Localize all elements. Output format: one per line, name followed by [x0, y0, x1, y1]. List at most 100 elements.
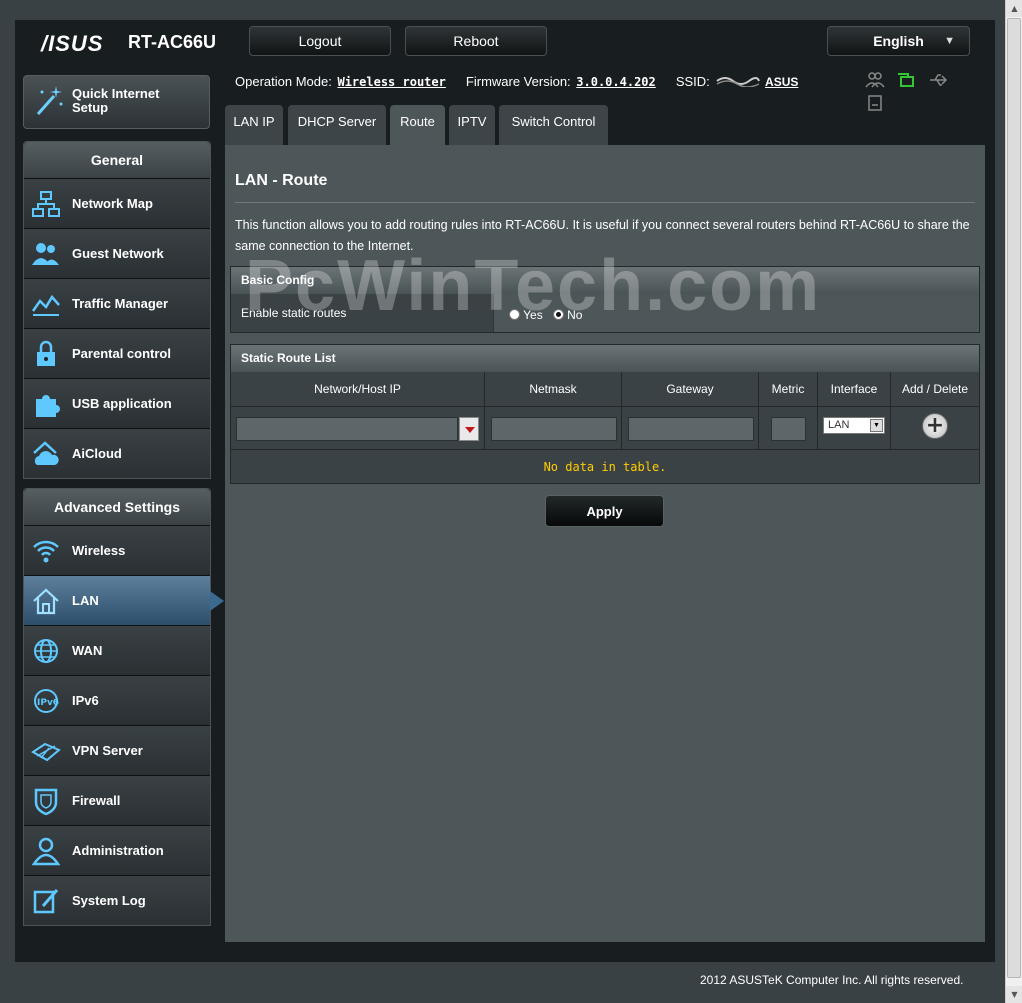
status-icons: [865, 71, 980, 111]
usb-application-icon: [36, 395, 60, 417]
yes-radio[interactable]: [509, 309, 520, 320]
basic-config-section: Basic Config Enable static routes Yes No: [230, 266, 980, 333]
apply-button[interactable]: Apply: [545, 495, 664, 527]
interface-cell: LAN ▼: [817, 407, 890, 449]
netmask-cell: [484, 407, 621, 449]
sidebar-item-label: System Log: [72, 893, 146, 908]
sidebar-item-vpn-server[interactable]: VPN Server: [24, 725, 210, 775]
administration-icon: [31, 837, 61, 866]
add-route-plus-icon[interactable]: +: [922, 413, 948, 439]
sidebar-item-traffic-manager[interactable]: Traffic Manager: [24, 278, 210, 328]
route-input-row: LAN ▼ +: [231, 406, 979, 449]
sidebar-item-label: Network Map: [72, 196, 153, 211]
empty-table-message: No data in table.: [231, 449, 979, 483]
asus-logo: /ISUS: [41, 31, 104, 56]
yes-radio-label: Yes: [523, 308, 543, 322]
language-select[interactable]: English ▼: [827, 26, 970, 56]
sidebar-item-label: Wireless: [72, 543, 126, 558]
sidebar-item-label: Parental control: [72, 346, 171, 361]
ssid-label: SSID:: [675, 74, 710, 89]
interface-select-value: LAN: [828, 419, 850, 431]
netmask-input[interactable]: [491, 417, 617, 441]
vertical-scrollbar[interactable]: ▲ ▼: [1005, 0, 1022, 1003]
sidebar-item-usb-application[interactable]: USB application: [24, 378, 210, 428]
usb-icon[interactable]: [928, 71, 948, 89]
advanced-settings-menu: Advanced Settings Wireless LAN WAN IPv6 …: [23, 488, 224, 926]
sidebar-item-label: Administration: [72, 843, 164, 858]
copyright-footer: 2012 ASUSTeK Computer Inc. All rights re…: [700, 973, 964, 987]
ssid-signal-icon: [716, 77, 761, 88]
ssid-link[interactable]: ASUS: [765, 75, 798, 89]
vpn-server-icon: [31, 742, 61, 762]
tab-iptv[interactable]: IPTV: [449, 105, 495, 145]
sidebar-item-administration[interactable]: Administration: [24, 825, 210, 875]
clients-icon[interactable]: [865, 71, 885, 89]
aicloud-icon: [33, 441, 59, 465]
sidebar-item-label: AiCloud: [72, 446, 122, 461]
sidebar-item-ipv6[interactable]: IPv6 IPv6: [24, 675, 210, 725]
column-header-network-host-ip: Network/Host IP: [314, 382, 401, 396]
sidebar-item-network-map[interactable]: Network Map: [24, 178, 210, 228]
general-menu: General Network Map Guest Network Traffi…: [23, 141, 211, 479]
operation-mode-link[interactable]: Wireless router: [337, 75, 445, 89]
operation-mode-label: Operation Mode:: [235, 74, 332, 89]
scrollbar-thumb[interactable]: [1007, 18, 1021, 978]
chevron-down-icon: ▼: [944, 35, 955, 47]
tab-switch-control[interactable]: Switch Control: [499, 105, 608, 145]
interface-select[interactable]: LAN ▼: [823, 417, 885, 434]
router-admin-page: /ISUS RT-AC66U Logout Reboot English ▼ O…: [15, 20, 995, 962]
firewall-icon: [34, 788, 58, 816]
printer-icon[interactable]: [865, 94, 885, 112]
title-divider: [235, 202, 975, 203]
network-host-ip-input[interactable]: [236, 417, 458, 441]
scroll-up-arrow-icon[interactable]: ▲: [1006, 0, 1022, 17]
sidebar-item-wireless[interactable]: Wireless: [24, 525, 210, 575]
basic-config-heading: Basic Config: [231, 267, 979, 294]
static-route-list-heading: Static Route List: [231, 345, 979, 372]
guest-network-icon: [32, 243, 59, 265]
route-table-header: Network/Host IP Netmask Gateway Metric I…: [231, 372, 979, 406]
metric-input[interactable]: [771, 417, 806, 441]
sidebar-item-guest-network[interactable]: Guest Network: [24, 228, 210, 278]
tab-lan-ip[interactable]: LAN IP: [225, 105, 283, 145]
sidebar-item-wan[interactable]: WAN: [24, 625, 210, 675]
sidebar-item-firewall[interactable]: Firewall: [24, 775, 210, 825]
network-status-icon[interactable]: [896, 71, 916, 89]
sidebar-item-system-log[interactable]: System Log: [24, 875, 210, 925]
network-ip-cell: [231, 407, 484, 449]
page-title: LAN - Route: [235, 172, 328, 189]
svg-text:IPv6: IPv6: [37, 698, 59, 708]
sidebar-item-label: USB application: [72, 396, 172, 411]
enable-static-routes-options: Yes No: [494, 294, 979, 332]
quick-internet-setup-label: Quick Internet Setup: [72, 86, 160, 115]
network-map-icon: [32, 191, 60, 217]
status-bar: Operation Mode: Wireless router Firmware…: [235, 74, 800, 89]
tab-route[interactable]: Route: [390, 105, 445, 145]
column-header-interface: Interface: [817, 372, 890, 406]
no-radio-label: No: [567, 308, 583, 322]
no-radio[interactable]: [552, 309, 564, 320]
metric-cell: [758, 407, 817, 449]
enable-static-routes-label: Enable static routes: [231, 294, 493, 332]
sidebar-item-label: LAN: [72, 593, 99, 608]
gateway-cell: [621, 407, 758, 449]
network-ip-dropdown-icon[interactable]: [459, 417, 479, 441]
logout-button[interactable]: Logout: [249, 26, 391, 56]
lan-home-icon: [33, 588, 59, 615]
add-cell: +: [890, 407, 979, 449]
wan-globe-icon: [34, 639, 58, 663]
sidebar-item-parental-control[interactable]: Parental control: [24, 328, 210, 378]
quick-internet-setup-button[interactable]: Quick Internet Setup: [23, 75, 210, 129]
column-header-gateway: Gateway: [621, 372, 758, 406]
sidebar-item-aicloud[interactable]: AiCloud: [24, 428, 210, 478]
sidebar-item-lan[interactable]: LAN: [24, 575, 224, 625]
model-name: RT-AC66U: [128, 32, 217, 52]
reboot-button[interactable]: Reboot: [405, 26, 547, 56]
chevron-down-icon: ▼: [870, 419, 883, 432]
scroll-down-arrow-icon[interactable]: ▼: [1006, 986, 1022, 1003]
tab-dhcp-server[interactable]: DHCP Server: [288, 105, 386, 145]
enable-static-routes-row: Enable static routes Yes No: [231, 294, 979, 332]
gateway-input[interactable]: [628, 417, 754, 441]
firmware-version-link[interactable]: 3.0.0.4.202: [576, 75, 655, 89]
sidebar-item-label: Traffic Manager: [72, 296, 169, 311]
